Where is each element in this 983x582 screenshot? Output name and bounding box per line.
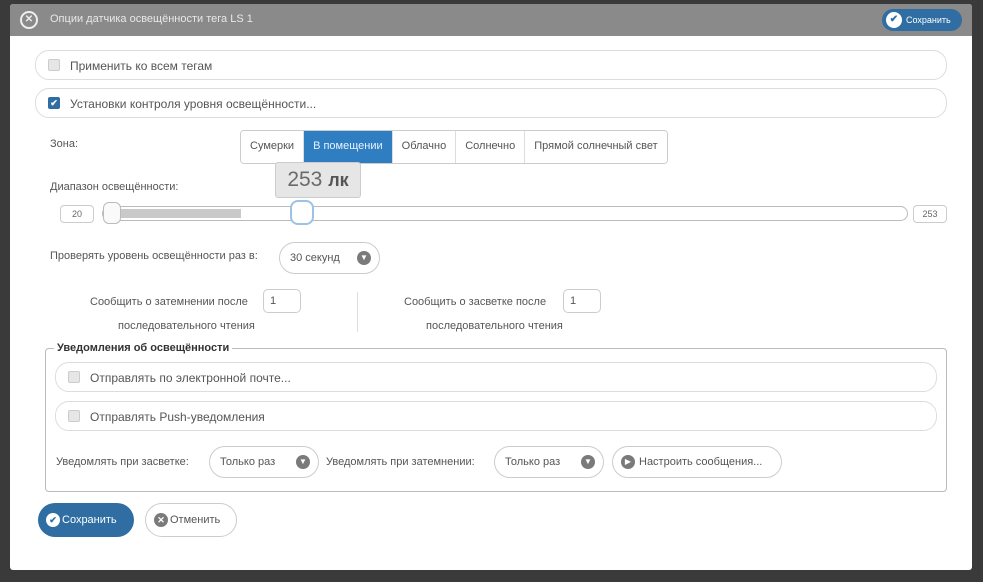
- notify-dark-input[interactable]: 1: [263, 289, 301, 313]
- arrow-right-icon: ▶: [621, 455, 635, 469]
- check-icon: ✔: [46, 513, 60, 527]
- top-save-button[interactable]: ✔ Сохранить: [882, 9, 962, 31]
- notify-on-light-select[interactable]: Только раз ▼: [209, 446, 319, 478]
- range-tooltip-value: 253: [287, 168, 323, 191]
- cancel-label: Отменить: [170, 514, 221, 526]
- range-slider-track[interactable]: [102, 206, 908, 221]
- chevron-down-icon: ▼: [581, 455, 595, 469]
- check-interval-select[interactable]: 30 секунд ▼: [279, 242, 380, 274]
- zone-label: Зона:: [50, 138, 79, 150]
- range-tooltip-unit: лк: [328, 170, 349, 190]
- zone-option[interactable]: Прямой солнечный свет: [525, 131, 667, 163]
- light-control-row[interactable]: ✔ Установки контроля уровня освещённости…: [35, 88, 947, 118]
- notify-on-light-value: Только раз: [220, 456, 276, 468]
- top-save-label: Сохранить: [906, 15, 951, 25]
- dialog-title: Опции датчика освещённости тега LS 1: [50, 13, 253, 25]
- cancel-icon: ✕: [154, 513, 168, 527]
- notify-on-dark-label: Уведомлять при затемнении:: [326, 456, 475, 468]
- configure-messages-button[interactable]: ▶ Настроить сообщения...: [612, 446, 782, 478]
- apply-all-label: Применить ко всем тегам: [70, 59, 213, 73]
- push-label: Отправлять Push-уведомления: [90, 410, 265, 424]
- light-control-checkbox[interactable]: ✔: [48, 97, 60, 109]
- range-label: Диапазон освещённости:: [50, 181, 179, 193]
- push-row[interactable]: Отправлять Push-уведомления: [55, 401, 937, 431]
- notify-on-dark-select[interactable]: Только раз ▼: [494, 446, 604, 478]
- range-min-value[interactable]: 20: [60, 205, 94, 223]
- email-label: Отправлять по электронной почте...: [90, 371, 291, 385]
- range-slider-fill: [119, 209, 241, 218]
- notify-on-light-label: Уведомлять при засветке:: [56, 456, 189, 468]
- notify-dark-suffix: последовательного чтения: [118, 320, 255, 332]
- close-icon[interactable]: ✕: [20, 11, 38, 29]
- range-value-handle[interactable]: [290, 200, 314, 225]
- light-sensor-dialog: ✕ Опции датчика освещённости тега LS 1 ✔…: [10, 4, 972, 570]
- chevron-down-icon: ▼: [357, 251, 371, 265]
- zone-option-selected[interactable]: В помещении: [304, 131, 393, 163]
- zone-selector: Сумерки В помещении Облачно Солнечно Пря…: [240, 130, 668, 164]
- check-interval-value: 30 секунд: [290, 252, 340, 264]
- light-control-label: Установки контроля уровня освещённости..…: [70, 97, 317, 111]
- check-icon: ✔: [886, 12, 902, 28]
- range-min-handle[interactable]: [103, 202, 121, 224]
- dialog-titlebar: ✕ Опции датчика освещённости тега LS 1 ✔…: [10, 4, 972, 36]
- email-checkbox[interactable]: [68, 371, 80, 383]
- notifications-legend: Уведомления об освещённости: [54, 342, 233, 354]
- push-checkbox[interactable]: [68, 410, 80, 422]
- zone-option[interactable]: Сумерки: [241, 131, 305, 163]
- save-button[interactable]: ✔ Сохранить: [38, 503, 134, 537]
- range-max-value[interactable]: 253: [913, 205, 947, 223]
- apply-all-checkbox[interactable]: [48, 59, 60, 71]
- check-interval-label: Проверять уровень освещённости раз в:: [50, 250, 258, 262]
- notify-light-suffix: последовательного чтения: [426, 320, 563, 332]
- zone-option[interactable]: Солнечно: [456, 131, 526, 163]
- notify-dark-label: Сообщить о затемнении после: [90, 296, 248, 308]
- save-label: Сохранить: [62, 514, 117, 526]
- divider: [357, 292, 358, 332]
- apply-all-row[interactable]: Применить ко всем тегам: [35, 50, 947, 80]
- range-tooltip: 253 лк: [275, 162, 361, 198]
- configure-messages-label: Настроить сообщения...: [639, 456, 763, 468]
- chevron-down-icon: ▼: [296, 455, 310, 469]
- email-row[interactable]: Отправлять по электронной почте...: [55, 362, 937, 392]
- cancel-button[interactable]: ✕ Отменить: [145, 503, 237, 537]
- zone-option[interactable]: Облачно: [392, 131, 457, 163]
- notify-light-label: Сообщить о засветке после: [404, 296, 547, 308]
- notify-on-dark-value: Только раз: [505, 456, 561, 468]
- notify-light-input[interactable]: 1: [563, 289, 601, 313]
